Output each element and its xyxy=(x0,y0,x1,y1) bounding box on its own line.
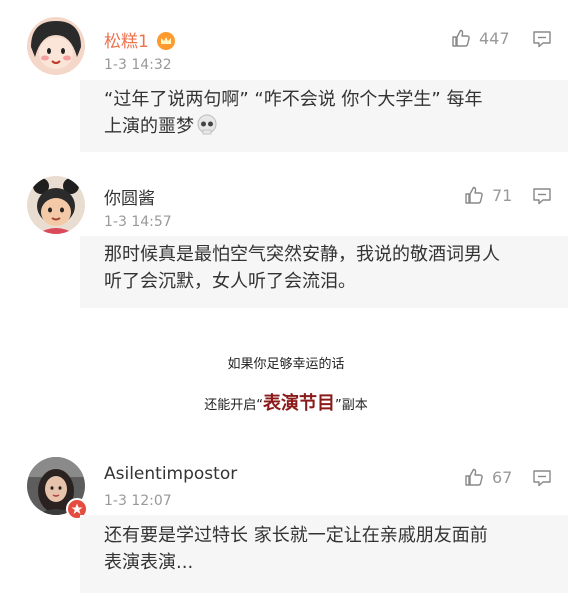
thumbs-up-icon xyxy=(465,186,483,204)
comment-icon xyxy=(533,470,551,487)
thumbs-up-icon xyxy=(452,29,470,47)
comment-item: Asilentimpostor 1-3 12:07 67 还有要是学过特长 家长… xyxy=(0,445,572,608)
crown-badge-icon xyxy=(156,31,176,56)
comment-icon xyxy=(533,188,551,205)
comment-item: 松糕1 1-3 14:32 447 “过年了说两句啊” “咋不会说 你个大学生”… xyxy=(0,0,572,160)
caption-highlight: 表演节目 xyxy=(263,393,335,414)
comment-time: 1-3 14:57 xyxy=(104,214,172,230)
comment-time: 1-3 14:32 xyxy=(104,57,172,73)
username[interactable]: 松糕1 xyxy=(104,27,176,56)
like-button[interactable]: 447 xyxy=(451,28,510,48)
reply-button[interactable] xyxy=(532,186,552,210)
thumbs-up-icon xyxy=(465,468,483,486)
avatar[interactable] xyxy=(27,17,85,75)
comment-time: 1-3 12:07 xyxy=(104,493,172,509)
like-button[interactable]: 67 xyxy=(464,467,512,487)
reply-button[interactable] xyxy=(532,468,552,492)
like-count: 71 xyxy=(492,185,513,205)
comment-text: 还有要是学过特长 家长就一定让在亲戚朋友面前 表演表演... xyxy=(104,525,488,573)
caption-line-2: 还能开启“表演节目”副本 xyxy=(204,393,368,414)
like-button[interactable]: 71 xyxy=(464,185,512,205)
like-count: 67 xyxy=(492,467,513,487)
like-count: 447 xyxy=(479,28,510,48)
reply-button[interactable] xyxy=(532,29,552,53)
comment-text: “过年了说两句啊” “咋不会说 你个大学生” 每年 上演的噩梦 xyxy=(104,86,549,144)
comment-text: 那时候真是最怕空气突然安静，我说的敬酒词男人 听了会沉默，女人听了会流泪。 xyxy=(104,244,500,292)
skull-emoji xyxy=(196,114,218,144)
comment-icon xyxy=(533,31,551,48)
username[interactable]: 你圆酱 xyxy=(104,184,155,209)
caption-line-1: 如果你足够幸运的话 xyxy=(227,357,345,372)
username[interactable]: Asilentimpostor xyxy=(104,464,237,484)
avatar[interactable] xyxy=(27,176,85,234)
comment-item: 你圆酱 1-3 14:57 71 那时候真是最怕空气突然安静，我说的敬酒词男人 … xyxy=(0,160,572,310)
